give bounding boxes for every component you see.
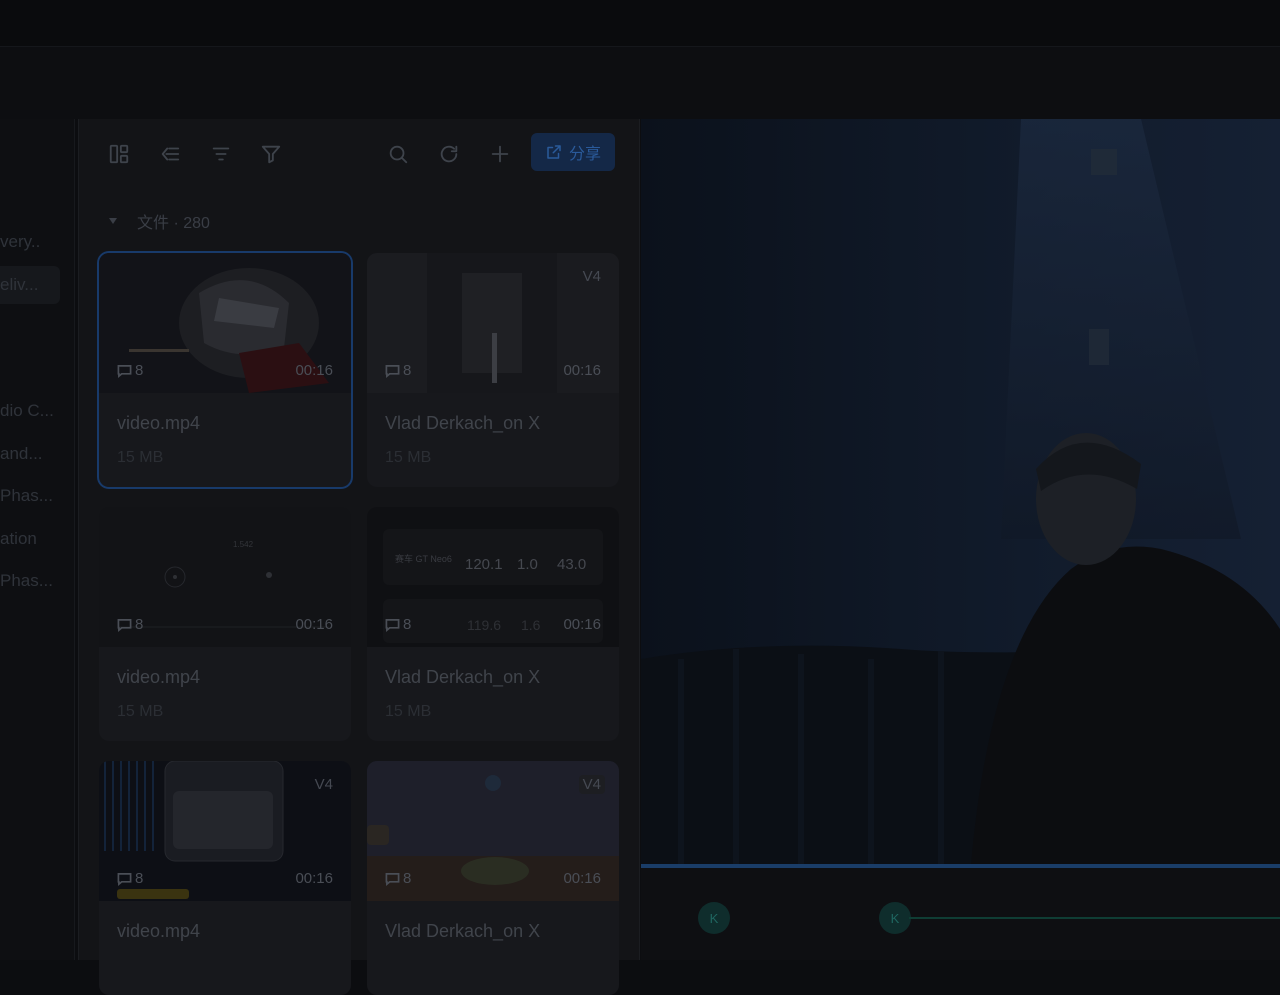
comment-count: 8	[117, 870, 143, 887]
sidebar-item[interactable]: and...	[0, 435, 60, 473]
sidebar-item[interactable]: Phas...	[0, 477, 60, 515]
header	[0, 47, 1280, 119]
comment-icon	[117, 872, 132, 886]
add-icon[interactable]	[485, 139, 515, 169]
keyframe-marker[interactable]: K	[879, 902, 911, 934]
telemetry-name: 赛车 GT Neo6	[395, 553, 452, 564]
version-badge[interactable]: V4	[578, 775, 605, 794]
search-icon[interactable]	[383, 139, 413, 169]
video-frame	[641, 119, 1280, 864]
file-title: Vlad Derkach_on X	[385, 413, 541, 433]
video-thumbnail: V4 8 00:16	[99, 761, 351, 901]
sidebar-item-label: Phas...	[0, 571, 53, 590]
sidebar-item[interactable]: very..	[0, 223, 60, 261]
project-sidebar: very.. eliv... dio C... and... Phas... a…	[0, 119, 75, 960]
duration: 00:16	[295, 616, 333, 633]
file-title: Vlad Derkach_on X	[385, 667, 541, 687]
telemetry-value: 1.0	[517, 556, 538, 573]
file-size: 15 MB	[385, 449, 432, 466]
layout-icon[interactable]	[104, 139, 134, 169]
video-thumbnail: 8 00:16	[99, 253, 351, 393]
sidebar-item-label: dio C...	[0, 401, 54, 420]
files-section-header[interactable]: 文件 · 280	[109, 209, 210, 233]
duration: 00:16	[295, 870, 333, 887]
video-thumbnail: 赛车 GT Neo6 120.1 1.0 43.0 119.6 1.6 8 00…	[367, 507, 619, 647]
sidebar-item[interactable]: ation	[0, 520, 60, 558]
file-card[interactable]: 1.542 8 00:16 video.mp4 15 MB	[99, 507, 351, 741]
telemetry-value: 1.6	[521, 617, 541, 633]
share-icon	[547, 145, 561, 159]
sidebar-item[interactable]: eliv...	[0, 266, 60, 304]
comment-count: 8	[385, 362, 411, 379]
file-title: video.mp4	[117, 413, 201, 433]
video-thumbnail: 1.542 8 00:16	[99, 507, 351, 647]
sidebar-item[interactable]: dio C...	[0, 392, 60, 430]
caret-down-icon	[109, 218, 117, 224]
share-button-label: 分享	[568, 146, 601, 163]
files-section-label: 文件 · 280	[137, 215, 210, 232]
playback-progress[interactable]	[641, 864, 1280, 868]
comment-icon	[117, 618, 132, 632]
comment-count: 8	[117, 362, 143, 379]
comment-count-value: 8	[135, 616, 144, 633]
comment-count: 8	[385, 870, 411, 887]
file-card[interactable]: V4 8 00:16 Vlad Derkach_on X 15 MB	[367, 253, 619, 487]
comment-count: 8	[117, 616, 143, 633]
files-panel: 分享 文件 · 280 8 00:16 video.mp4 15 MB V4 8…	[78, 119, 640, 995]
duration: 00:16	[563, 616, 601, 633]
comment-count-value: 8	[403, 616, 412, 633]
comment-count-value: 8	[135, 362, 144, 379]
timeline-track	[909, 917, 1280, 919]
share-button[interactable]: 分享	[531, 133, 615, 171]
comment-count-value: 8	[403, 362, 412, 379]
duration: 00:16	[563, 870, 601, 887]
timeline[interactable]: K K	[641, 864, 1280, 960]
refresh-icon[interactable]	[434, 139, 464, 169]
video-thumbnail: V4 8 00:16	[367, 253, 619, 393]
files-toolbar: 分享	[79, 119, 639, 185]
file-title: video.mp4	[117, 667, 201, 687]
file-card[interactable]: 赛车 GT Neo6 120.1 1.0 43.0 119.6 1.6 8 00…	[367, 507, 619, 741]
sort-icon[interactable]	[206, 139, 236, 169]
top-bar	[0, 0, 1280, 47]
filter-icon[interactable]	[256, 139, 286, 169]
version-badge[interactable]: V4	[311, 775, 337, 794]
file-card[interactable]: 8 00:16 video.mp4 15 MB	[99, 253, 351, 487]
sidebar-item-label: very..	[0, 232, 41, 251]
comment-icon	[117, 364, 132, 378]
comment-icon	[385, 618, 400, 632]
video-thumbnail: V4 8 00:16	[367, 761, 619, 901]
sidebar-item[interactable]: Phas...	[0, 562, 60, 600]
video-player[interactable]	[641, 119, 1280, 864]
duration: 00:16	[295, 362, 333, 379]
sidebar-item-label: Phas...	[0, 486, 53, 505]
comment-icon	[385, 364, 400, 378]
thumbnail-text: 1.542	[233, 540, 254, 549]
file-title: video.mp4	[117, 921, 201, 941]
comment-count: 8	[385, 616, 411, 633]
keyframe-marker[interactable]: K	[698, 902, 730, 934]
file-size: 15 MB	[117, 703, 164, 720]
telemetry-value: 119.6	[467, 617, 501, 633]
version-badge[interactable]: V4	[579, 267, 605, 286]
comment-icon	[385, 872, 400, 886]
sidebar-item-label: and...	[0, 444, 43, 463]
sidebar-item-label: ation	[0, 529, 37, 548]
comment-count-value: 8	[135, 870, 144, 887]
telemetry-value: 43.0	[557, 556, 586, 573]
duration: 00:16	[563, 362, 601, 379]
collapse-icon[interactable]	[155, 139, 185, 169]
file-size: 15 MB	[385, 703, 432, 720]
file-size: 15 MB	[117, 449, 164, 466]
file-title: Vlad Derkach_on X	[385, 921, 541, 941]
comment-count-value: 8	[403, 870, 412, 887]
telemetry-value: 120.1	[465, 556, 503, 573]
sidebar-item-label: eliv...	[0, 275, 39, 294]
